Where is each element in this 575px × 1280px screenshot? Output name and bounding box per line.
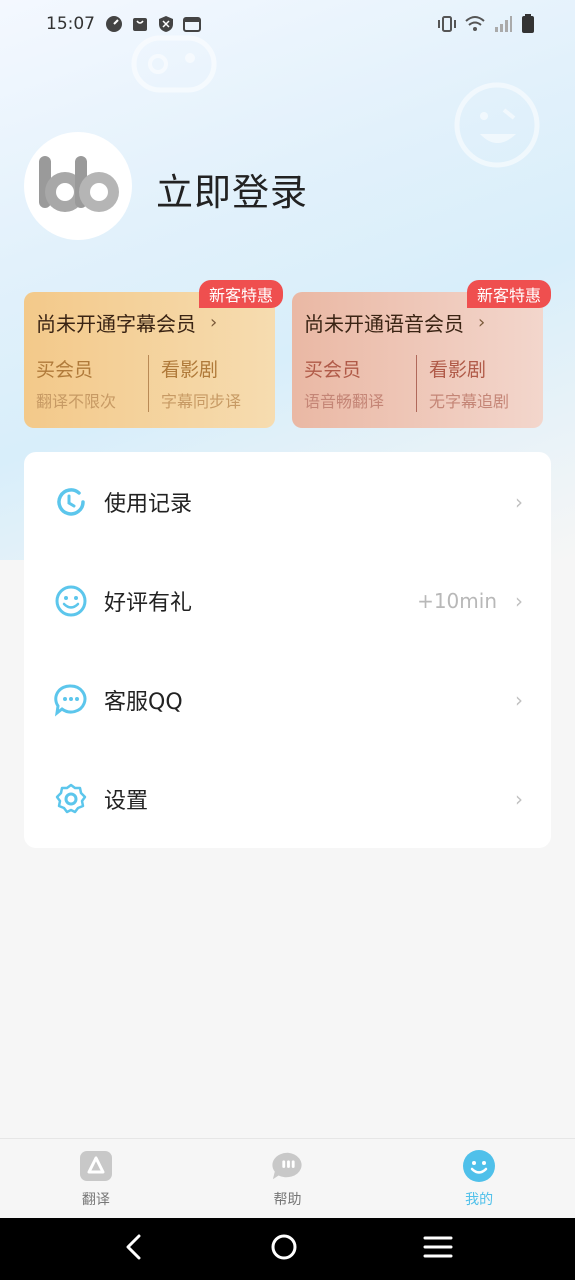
decorative-smiley-icon [454, 82, 540, 168]
menu-item-settings[interactable]: 设置 › [24, 749, 551, 848]
shield-icon [157, 15, 175, 33]
smile-icon [54, 584, 88, 618]
watch-shows-column[interactable]: 看影剧 字幕同步译 [148, 355, 260, 412]
help-chat-icon [271, 1149, 305, 1183]
watch-shows-label: 看影剧 [429, 359, 487, 381]
buy-vip-desc: 翻译不限次 [36, 392, 117, 411]
vip-card-title: 尚未开通语音会员 › [304, 308, 531, 337]
menu-item-usage-history[interactable]: 使用记录 › [24, 452, 551, 551]
menu-item-rate-reward[interactable]: 好评有礼 +10min › [24, 551, 551, 650]
vibrate-icon [437, 15, 457, 38]
home-icon[interactable] [269, 1232, 299, 1266]
settings-gear-icon [54, 782, 88, 816]
avatar[interactable] [24, 132, 132, 240]
wifi-icon [465, 15, 485, 38]
watch-shows-label: 看影剧 [161, 359, 219, 381]
chevron-right-icon: › [478, 312, 486, 333]
tab-mine[interactable]: 我的 [383, 1139, 575, 1218]
signal-icon [493, 15, 513, 38]
chevron-right-icon: › [210, 312, 218, 333]
buy-vip-desc: 语音畅翻译 [304, 392, 385, 411]
chevron-right-icon: › [515, 687, 523, 712]
profile-face-icon [462, 1149, 496, 1183]
tab-label: 帮助 [273, 1192, 302, 1208]
subtitle-vip-card[interactable]: 新客特惠 尚未开通字幕会员 › 买会员 翻译不限次 看影剧 字幕同步译 [24, 280, 283, 428]
speedometer-icon [105, 15, 123, 33]
menu-item-label: 设置 [104, 788, 149, 814]
vip-title-text: 尚未开通语音会员 [304, 312, 464, 336]
chevron-right-icon: › [515, 786, 523, 811]
battery-icon [521, 14, 535, 39]
tab-help[interactable]: 帮助 [192, 1139, 384, 1218]
vip-benefits: 买会员 语音畅翻译 看影剧 无字幕追剧 [304, 355, 531, 412]
tab-label: 我的 [465, 1192, 494, 1208]
tab-label: 翻译 [81, 1192, 110, 1208]
chevron-right-icon: › [515, 489, 523, 514]
buy-vip-column[interactable]: 买会员 翻译不限次 [36, 355, 148, 412]
history-icon [54, 485, 88, 519]
system-navigation-bar [0, 1218, 575, 1280]
browser-window-icon [183, 15, 201, 33]
buy-vip-label: 买会员 [36, 359, 94, 381]
voice-vip-card[interactable]: 新客特惠 尚未开通语音会员 › 买会员 语音畅翻译 看影剧 无字幕追剧 [292, 280, 551, 428]
menu-item-label: 客服QQ [104, 689, 183, 715]
menu-item-label: 好评有礼 [104, 590, 193, 616]
reward-minutes: +10min [417, 588, 497, 613]
menu-icon[interactable] [423, 1234, 453, 1264]
login-button[interactable]: 立即登录 [156, 162, 308, 216]
watch-shows-column[interactable]: 看影剧 无字幕追剧 [416, 355, 528, 412]
settings-menu: 使用记录 › 好评有礼 +10min › 客服QQ › 设置 › [24, 452, 551, 848]
vip-benefits: 买会员 翻译不限次 看影剧 字幕同步译 [36, 355, 263, 412]
app-logo-icon [39, 156, 119, 212]
chat-bubble-icon [54, 683, 88, 717]
shopping-bag-icon [131, 15, 149, 33]
vip-title-text: 尚未开通字幕会员 [36, 312, 196, 336]
watch-shows-desc: 字幕同步译 [161, 392, 242, 411]
menu-item-label: 使用记录 [104, 491, 193, 517]
chevron-right-icon: › [515, 588, 523, 613]
menu-item-customer-service-qq[interactable]: 客服QQ › [24, 650, 551, 749]
new-user-badge: 新客特惠 [198, 280, 283, 308]
translate-icon [79, 1149, 113, 1183]
status-time: 15:07 [46, 14, 95, 34]
watch-shows-desc: 无字幕追剧 [429, 392, 510, 411]
tab-translate[interactable]: 翻译 [0, 1139, 192, 1218]
vip-card-title: 尚未开通字幕会员 › [36, 308, 263, 337]
new-user-badge: 新客特惠 [466, 280, 551, 308]
buy-vip-label: 买会员 [304, 359, 362, 381]
back-icon[interactable] [122, 1233, 146, 1265]
status-bar: 15:07 [0, 0, 575, 48]
bottom-tab-bar: 翻译 帮助 我的 [0, 1138, 575, 1218]
buy-vip-column[interactable]: 买会员 语音畅翻译 [304, 355, 416, 412]
